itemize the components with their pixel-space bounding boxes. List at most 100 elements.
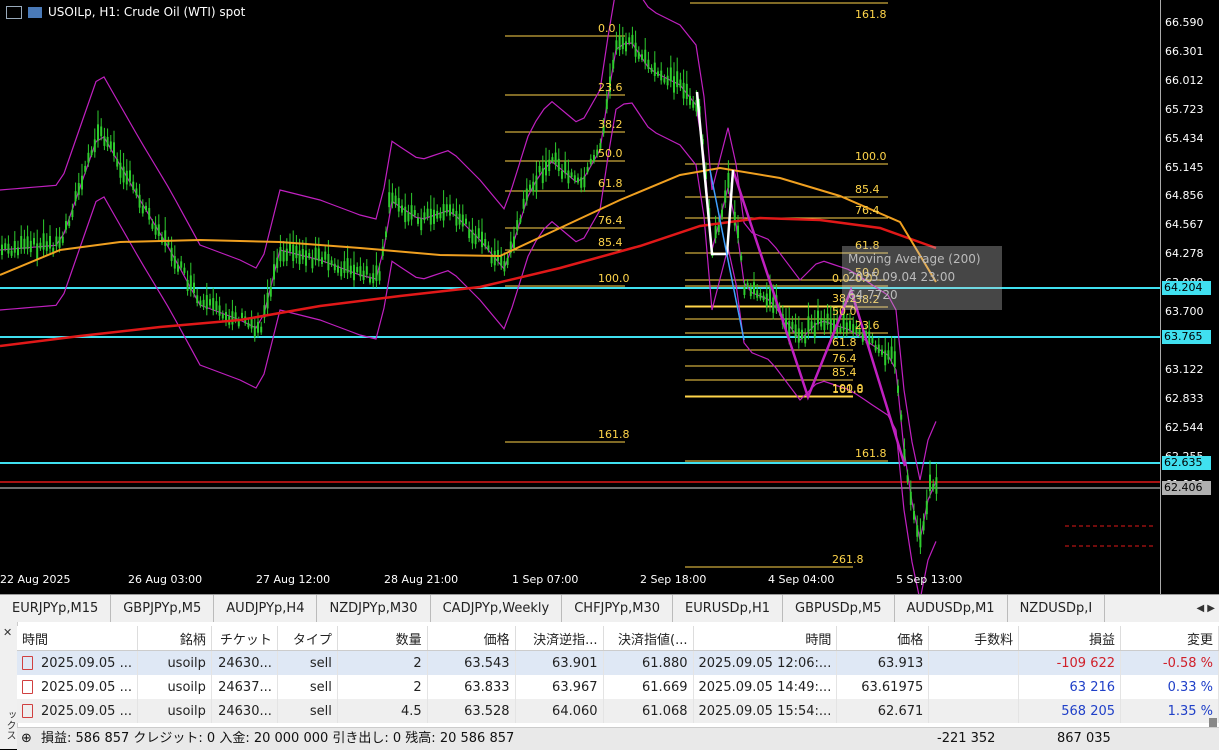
column-header[interactable]: 時間 [693,626,838,651]
candle-body [426,208,429,217]
column-header[interactable]: 決済逆指... [515,626,604,651]
column-header[interactable]: 価格 [427,626,516,651]
tab-chart[interactable]: GBPUSDp,M5 [783,595,895,622]
candle-body [122,166,125,183]
candle-body [196,295,199,304]
candle-body [743,287,746,295]
tab-nav[interactable]: ◀ ▶ [1190,595,1215,622]
price-chart[interactable]: USOILp, H1: Crude Oil (WTI) spot 66.590 6… [0,0,1219,594]
candle-body [391,192,394,204]
candle-body [689,95,691,105]
fib-label: 161.8 [832,383,864,396]
candle-body [737,225,739,239]
candle-body [685,83,688,99]
expand-icon[interactable]: ⊕ [21,728,32,750]
candle-body [186,279,189,291]
table-cell: 4.5 [337,699,428,723]
table-row[interactable]: 2025.09.05 ... usoilp 24637... sell 2 63.833 6… [17,675,1219,699]
close-icon[interactable]: ✕ [3,626,12,639]
candle-body [797,328,800,343]
price-label: 66.012 [1165,73,1204,87]
tab-chart[interactable]: AUDUSDp,M1 [895,595,1008,622]
table-cell: 568 205 [1018,699,1122,723]
candle-body [567,170,570,184]
candle-body [484,238,487,247]
table-cell: 63.913 [836,650,930,675]
time-label: 28 Aug 21:00 [384,573,459,586]
column-header[interactable]: 価格 [836,626,930,651]
candle-body [314,247,317,261]
candle-body [106,136,109,147]
candle-body [321,257,323,264]
candle-body [23,238,26,250]
candle-body [157,224,160,236]
candle-body [404,206,407,223]
candle-body [231,311,234,325]
candle-body [919,531,922,548]
table-cell: 62.671 [836,699,930,723]
table-row[interactable]: 2025.09.05 ... usoilp 24630... sell 4.5 63.52… [17,699,1219,723]
tab-chart[interactable]: CADJPYp,Weekly [431,595,563,622]
toolbox-label[interactable]: ックス [2,710,17,740]
candle-body [922,521,925,531]
candle-body [593,154,595,162]
candle-body [29,240,32,253]
candle-body [561,170,563,179]
candle-body [673,76,675,93]
chart-menu-icon[interactable] [6,5,22,19]
candle-body [503,261,506,272]
table-cell: usoilp [137,650,212,675]
tab-chart[interactable]: CHFJPYp,M30 [562,595,674,622]
table-cell: 63.528 [427,699,516,723]
candle-body [215,301,218,311]
candle-body [717,224,720,233]
column-header[interactable]: 銘柄 [137,626,212,651]
tab-chart[interactable]: NZDUSDp,I [1008,595,1106,622]
candle-body [311,258,314,269]
column-header[interactable]: 数量 [337,626,428,651]
column-header[interactable]: チケット [211,626,278,651]
candle-body [173,256,176,269]
candle-body [49,235,51,249]
candle-body [138,194,141,208]
candle-body [359,266,362,277]
candle-body [241,312,243,319]
candle-body [372,273,375,284]
tab-chart[interactable]: GBPJPYp,M5 [111,595,215,622]
candle-body [1,244,3,256]
table-cell: usoilp [137,699,212,723]
candle-body [116,158,119,167]
candle-body [90,150,93,156]
tab-chart[interactable]: EURJPYp,M15 [0,595,112,622]
candle-body [4,243,7,249]
table-row[interactable]: 2025.09.05 ... usoilp 24630... sell 2 63.543 6… [17,650,1219,675]
column-header[interactable]: 決済指値(... [603,626,694,651]
table-cell: 63.901 [515,650,604,675]
column-header[interactable]: 手数料 [928,626,1020,651]
column-header[interactable]: タイプ [277,626,338,651]
tab-chart[interactable]: AUDJPYp,H4 [214,595,318,622]
candle-body [929,474,931,492]
candle-body [465,218,467,224]
candle-body [516,220,519,231]
candle-body [276,257,279,269]
candle-body [909,491,912,505]
column-header[interactable]: 時間 [17,626,138,651]
chart-type-icon[interactable] [28,6,42,18]
candle-body [666,75,669,86]
table-cell: 2025.09.05 12:06:... [693,650,838,675]
candle-body [564,161,567,174]
candle-body [327,254,330,271]
column-header[interactable]: 損益 [1018,626,1122,651]
tab-chart[interactable]: NZDJPYp,M30 [317,595,431,622]
price-axis[interactable] [1160,0,1219,594]
candle-body [916,525,919,537]
candle-body [237,321,240,327]
bollinger-lower [0,102,937,594]
candle-body [17,247,19,256]
summary-profit: 867 035 [1057,731,1111,746]
fib-label: 100.0 [855,150,887,163]
tab-chart[interactable]: EURUSDp,H1 [673,595,784,622]
column-header[interactable]: 変更 [1120,626,1219,651]
account-summary: ⊕ 損益: 586 857 クレジット: 0 入金: 20 000 000 引き… [17,727,1219,750]
